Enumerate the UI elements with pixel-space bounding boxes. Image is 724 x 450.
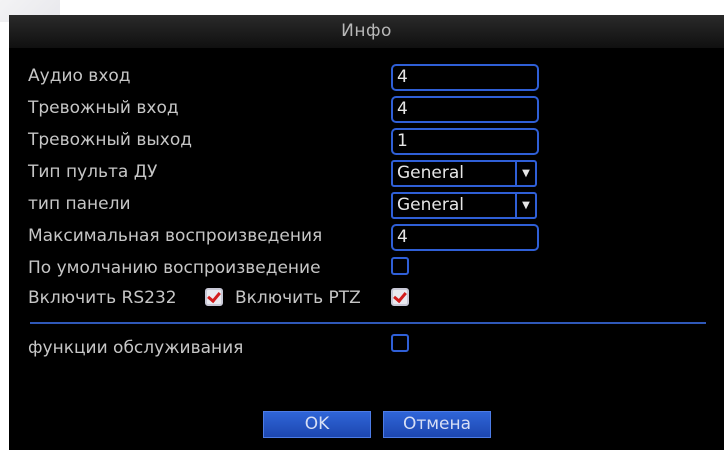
alarm-in-field[interactable]: 4: [391, 96, 539, 123]
chevron-down-icon[interactable]: ▼: [515, 162, 535, 185]
ok-button[interactable]: OK: [263, 411, 371, 438]
default-playback-checkbox[interactable]: [391, 257, 409, 275]
title-bar: Инфо: [9, 15, 724, 48]
rs232-checkbox[interactable]: [205, 288, 223, 306]
alarm-in-label: Тревожный вход: [28, 98, 179, 118]
panel-type-select[interactable]: General ▼: [391, 192, 537, 219]
panel-type-value: General: [397, 195, 464, 215]
max-playback-label: Максимальная воспроизведения: [28, 226, 323, 246]
default-playback-label: По умолчанию воспроизведение: [28, 258, 321, 278]
section-divider: [30, 322, 706, 324]
maintenance-label: функции обслуживания: [28, 338, 244, 358]
cancel-button[interactable]: Отмена: [383, 411, 491, 438]
audio-in-field[interactable]: 4: [391, 64, 539, 91]
ptz-checkbox[interactable]: [391, 288, 409, 306]
remote-type-value: General: [397, 163, 464, 183]
ptz-label: Включить PTZ: [235, 288, 361, 308]
chevron-down-icon[interactable]: ▼: [515, 194, 535, 217]
audio-in-label: Аудио вход: [28, 66, 131, 86]
maintenance-checkbox[interactable]: [391, 334, 409, 352]
max-playback-field[interactable]: 4: [391, 224, 539, 251]
dialog-title: Инфо: [341, 21, 392, 41]
alarm-out-field[interactable]: 1: [391, 128, 539, 155]
rs232-label: Включить RS232: [28, 288, 177, 308]
remote-type-label: Тип пульта ДУ: [28, 162, 158, 182]
alarm-out-label: Тревожный выход: [28, 130, 193, 150]
remote-type-select[interactable]: General ▼: [391, 160, 537, 187]
panel-type-label: тип панели: [28, 194, 131, 214]
info-dialog: Инфо Аудио вход 4 Тревожный вход 4 Трево…: [9, 15, 724, 450]
